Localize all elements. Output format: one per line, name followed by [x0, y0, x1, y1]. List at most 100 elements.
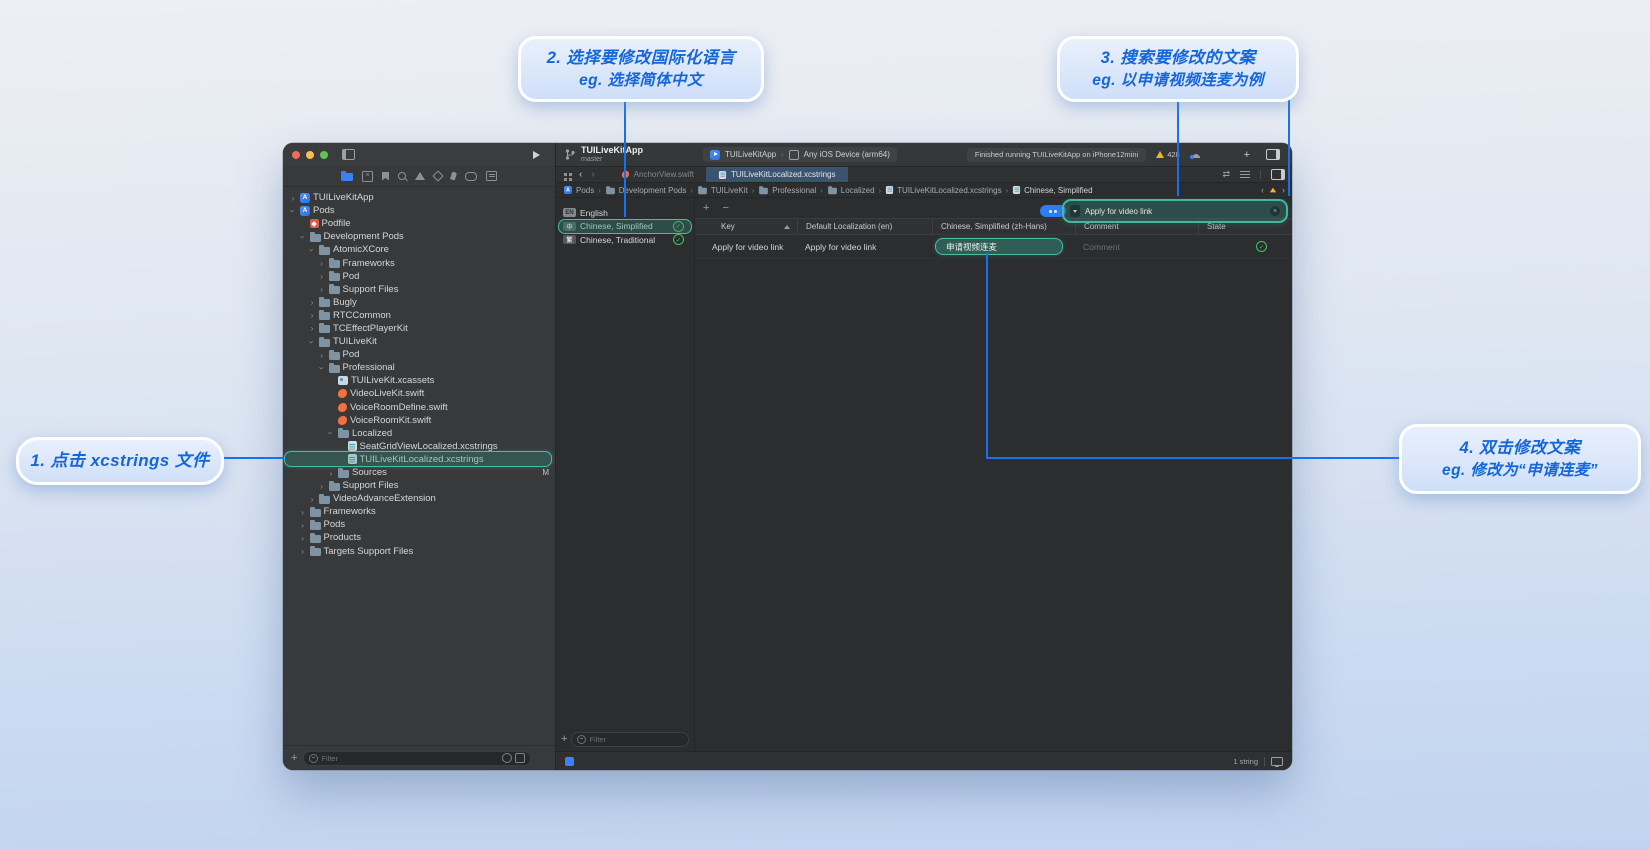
file-tree-row[interactable]: ›Bugly — [283, 296, 555, 309]
issue-navigator-icon[interactable] — [415, 172, 425, 180]
debug-navigator-icon[interactable] — [450, 171, 457, 180]
recents-filter-icon[interactable] — [502, 753, 512, 763]
disclosure-chevron-icon[interactable]: › — [318, 482, 326, 490]
breadcrumb-item[interactable]: Localized — [827, 185, 875, 195]
add-language-button[interactable]: + — [561, 734, 567, 744]
file-tree-row[interactable]: VideoLiveKit.swift — [283, 387, 555, 400]
disclosure-chevron-icon[interactable]: › — [299, 233, 307, 241]
search-field[interactable]: Apply for video link × — [1062, 199, 1288, 223]
disclosure-chevron-icon[interactable]: › — [299, 534, 307, 542]
library-add-icon[interactable]: + — [1244, 149, 1250, 161]
add-string-button[interactable]: + — [703, 202, 709, 214]
clear-search-icon[interactable]: × — [1270, 206, 1280, 216]
next-issue-icon[interactable]: › — [1282, 185, 1285, 195]
swap-editor-icon[interactable]: ⇄ — [1222, 169, 1230, 180]
file-tree-row[interactable]: VoiceRoomKit.swift — [283, 414, 555, 427]
file-tree-row[interactable]: Podfile — [283, 217, 555, 230]
zoom-button[interactable] — [320, 151, 328, 159]
breadcrumb-item[interactable]: TUILiveKitLocalized.xcstrings — [885, 185, 1001, 195]
sidebar-toggle-icon[interactable] — [342, 149, 355, 160]
disclosure-chevron-icon[interactable]: › — [318, 259, 326, 267]
disclosure-chevron-icon[interactable]: › — [318, 351, 326, 359]
file-tree-row[interactable]: SeatGridViewLocalized.xcstrings — [283, 440, 555, 453]
file-tree-row[interactable]: ›TCEffectPlayerKit — [283, 322, 555, 335]
search-options-chevron-icon[interactable] — [1070, 205, 1080, 217]
breadcrumb-item[interactable]: Professional — [758, 185, 816, 195]
disclosure-chevron-icon[interactable]: › — [308, 324, 316, 332]
file-tree-row[interactable]: ›Professional — [283, 361, 555, 374]
cell-comment[interactable]: Comment — [1075, 235, 1198, 258]
disclosure-chevron-icon[interactable]: › — [308, 338, 316, 346]
remove-string-button[interactable]: − — [722, 202, 728, 214]
disclosure-chevron-icon[interactable]: › — [289, 194, 297, 202]
disclosure-chevron-icon[interactable]: › — [318, 272, 326, 280]
column-header-chinese-simplified-zh-hans-[interactable]: Chinese, Simplified (zh-Hans) — [932, 219, 1075, 234]
file-tree-row[interactable]: ›Pods — [283, 518, 555, 531]
column-header-default-localization-en-[interactable]: Default Localization (en) — [797, 219, 932, 234]
disclosure-chevron-icon[interactable]: › — [308, 246, 316, 254]
disclosure-chevron-icon[interactable]: › — [308, 298, 316, 306]
minimap-icon[interactable] — [1240, 174, 1250, 175]
language-filter-field[interactable]: Filter — [571, 732, 689, 747]
file-tree-row[interactable]: TUILiveKitLocalized.xcstrings — [283, 453, 555, 466]
language-row[interactable]: 繁Chinese, Traditional — [556, 233, 694, 247]
file-tree-row[interactable]: ›Pod — [283, 270, 555, 283]
file-tree-row[interactable]: VoiceRoomDefine.swift — [283, 401, 555, 414]
disclosure-chevron-icon[interactable]: › — [299, 521, 307, 529]
breakpoint-navigator-icon[interactable] — [465, 172, 477, 181]
file-tree-row[interactable]: ›Support Files — [283, 283, 555, 296]
disclosure-chevron-icon[interactable]: › — [299, 547, 307, 555]
file-tree-row[interactable]: ›SourcesM — [283, 466, 555, 479]
run-button[interactable] — [533, 151, 540, 159]
back-icon[interactable]: ‹ — [579, 169, 582, 180]
file-tree-row[interactable]: ›VideoAdvanceExtension — [283, 492, 555, 505]
minimize-button[interactable] — [306, 151, 314, 159]
related-items-icon[interactable] — [564, 173, 567, 176]
disclosure-chevron-icon[interactable]: › — [327, 429, 335, 437]
cell-key[interactable]: Apply for video link — [695, 235, 797, 258]
file-tree-row[interactable]: ›AtomicXCore — [283, 243, 555, 256]
file-tree-row[interactable]: ›Frameworks — [283, 505, 555, 518]
disclosure-chevron-icon[interactable]: › — [299, 508, 307, 516]
report-navigator-icon[interactable] — [486, 171, 497, 181]
file-tree-row[interactable]: ›Localized — [283, 427, 555, 440]
find-navigator-icon[interactable] — [398, 172, 406, 180]
highlighted-translation-cell[interactable]: 申请视频连麦 — [935, 238, 1063, 255]
project-navigator-icon[interactable] — [341, 173, 353, 181]
changes-navigator-icon[interactable] — [362, 171, 373, 182]
add-file-button[interactable]: + — [291, 753, 297, 763]
file-tree-row[interactable]: ›Products — [283, 531, 555, 544]
file-tree-row[interactable]: ›Frameworks — [283, 256, 555, 269]
cell-default-localization[interactable]: Apply for video link — [797, 235, 932, 258]
disclosure-chevron-icon[interactable]: › — [289, 207, 297, 215]
file-tree-row[interactable]: ›TUILiveKitApp — [283, 191, 555, 204]
disclosure-chevron-icon[interactable]: › — [318, 285, 326, 293]
file-tree-row[interactable]: ›Targets Support Files — [283, 545, 555, 558]
inspector-toggle-icon[interactable] — [1266, 149, 1280, 160]
language-row[interactable]: 中Chinese, Simplified — [556, 220, 694, 234]
scheme-selector[interactable]: TUILiveKitApp › Any iOS Device (arm64) — [703, 147, 897, 162]
source-control-filter-icon[interactable] — [515, 753, 525, 763]
cell-zh-hans[interactable]: 申请视频连麦 — [932, 235, 1075, 258]
bookmark-navigator-icon[interactable] — [382, 172, 389, 181]
file-tree-row[interactable]: ›RTCCommon — [283, 309, 555, 322]
breadcrumb-item[interactable]: Development Pods — [605, 185, 687, 195]
sidebar-filter-field[interactable]: Filter — [303, 751, 531, 766]
tab-active[interactable]: TUILiveKitLocalized.xcstrings — [706, 167, 847, 182]
file-tree-row[interactable]: ›Pods — [283, 204, 555, 217]
test-navigator-icon[interactable] — [432, 170, 443, 181]
file-tree-row[interactable]: ›Pod — [283, 348, 555, 361]
breadcrumb-item[interactable]: TUILiveKit — [697, 185, 748, 195]
device-preview-icon[interactable] — [1271, 757, 1283, 766]
file-tree-row[interactable]: TUILiveKit.xcassets — [283, 374, 555, 387]
disclosure-chevron-icon[interactable]: › — [318, 364, 326, 372]
file-tree-row[interactable]: ›Development Pods — [283, 230, 555, 243]
breadcrumb-item[interactable]: Chinese, Simplified — [1012, 185, 1092, 195]
disclosure-chevron-icon[interactable]: › — [308, 311, 316, 319]
add-editor-icon[interactable] — [1271, 169, 1285, 180]
disclosure-chevron-icon[interactable]: › — [327, 469, 335, 477]
breadcrumb-item[interactable]: Pods — [563, 185, 594, 195]
file-tree-row[interactable]: ›Support Files — [283, 479, 555, 492]
close-button[interactable] — [292, 151, 300, 159]
project-block[interactable]: TUILiveKitApp master — [581, 146, 643, 163]
